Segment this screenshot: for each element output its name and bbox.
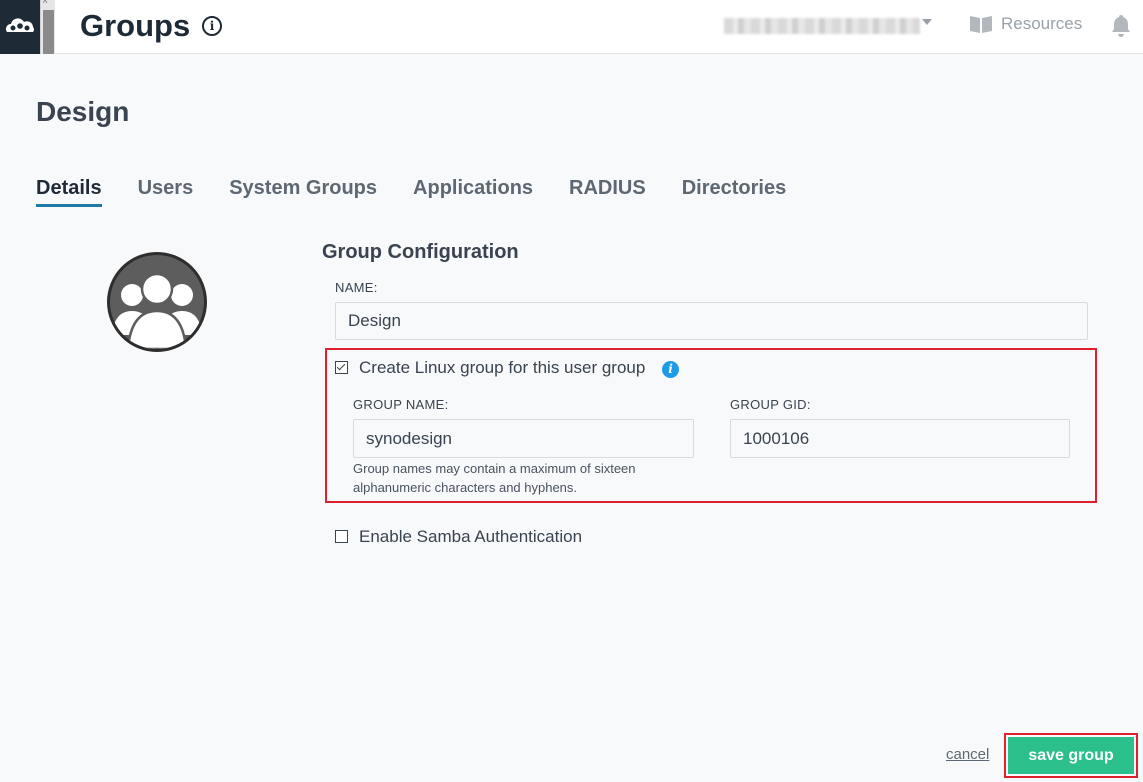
bell-icon[interactable] — [1110, 13, 1132, 37]
name-input[interactable]: Design — [335, 302, 1088, 340]
user-email-blurred — [724, 18, 920, 34]
info-icon[interactable]: i — [662, 361, 679, 378]
section-title-group-configuration: Group Configuration — [322, 241, 519, 263]
samba-label[interactable]: Enable Samba Authentication — [359, 527, 582, 547]
group-title: Design — [36, 96, 130, 127]
scrollbar[interactable]: ^ — [40, 0, 55, 54]
group-avatar — [107, 252, 207, 352]
group-people-icon — [112, 272, 202, 349]
top-bar: ^ Groups i Resources — [0, 0, 1143, 54]
samba-checkbox[interactable] — [335, 530, 348, 543]
name-label: NAME: — [335, 280, 378, 295]
scroll-up-icon[interactable]: ^ — [43, 0, 47, 8]
cloud-group-logo-icon — [5, 18, 34, 32]
resources-label: Resources — [1001, 14, 1083, 33]
group-gid-label: GROUP GID: — [730, 397, 811, 412]
group-name-input[interactable]: synodesign — [353, 419, 694, 458]
tab-details[interactable]: Details — [36, 177, 102, 207]
tab-users[interactable]: Users — [138, 177, 194, 207]
user-menu[interactable] — [724, 17, 922, 35]
tab-applications[interactable]: Applications — [413, 177, 533, 207]
resources-link[interactable]: Resources — [969, 14, 1082, 34]
app-logo[interactable] — [0, 0, 40, 54]
save-group-button[interactable]: save group — [1008, 737, 1134, 774]
chevron-down-icon[interactable] — [922, 19, 932, 25]
page-title: Groups — [80, 8, 191, 43]
tab-system-groups[interactable]: System Groups — [229, 177, 377, 207]
linux-group-checkbox[interactable] — [335, 361, 348, 374]
scrollbar-thumb[interactable] — [43, 10, 54, 54]
group-name-label: GROUP NAME: — [353, 397, 449, 412]
book-icon — [970, 16, 992, 33]
tab-bar: Details Users System Groups Applications… — [36, 177, 822, 207]
tab-radius[interactable]: RADIUS — [569, 177, 646, 207]
info-circle-icon[interactable]: i — [202, 16, 222, 36]
linux-group-label[interactable]: Create Linux group for this user group — [359, 358, 645, 378]
group-name-help-text: Group names may contain a maximum of six… — [353, 461, 636, 495]
cancel-link[interactable]: cancel — [946, 746, 989, 763]
tab-directories[interactable]: Directories — [682, 177, 787, 207]
group-gid-input[interactable]: 1000106 — [730, 419, 1070, 458]
